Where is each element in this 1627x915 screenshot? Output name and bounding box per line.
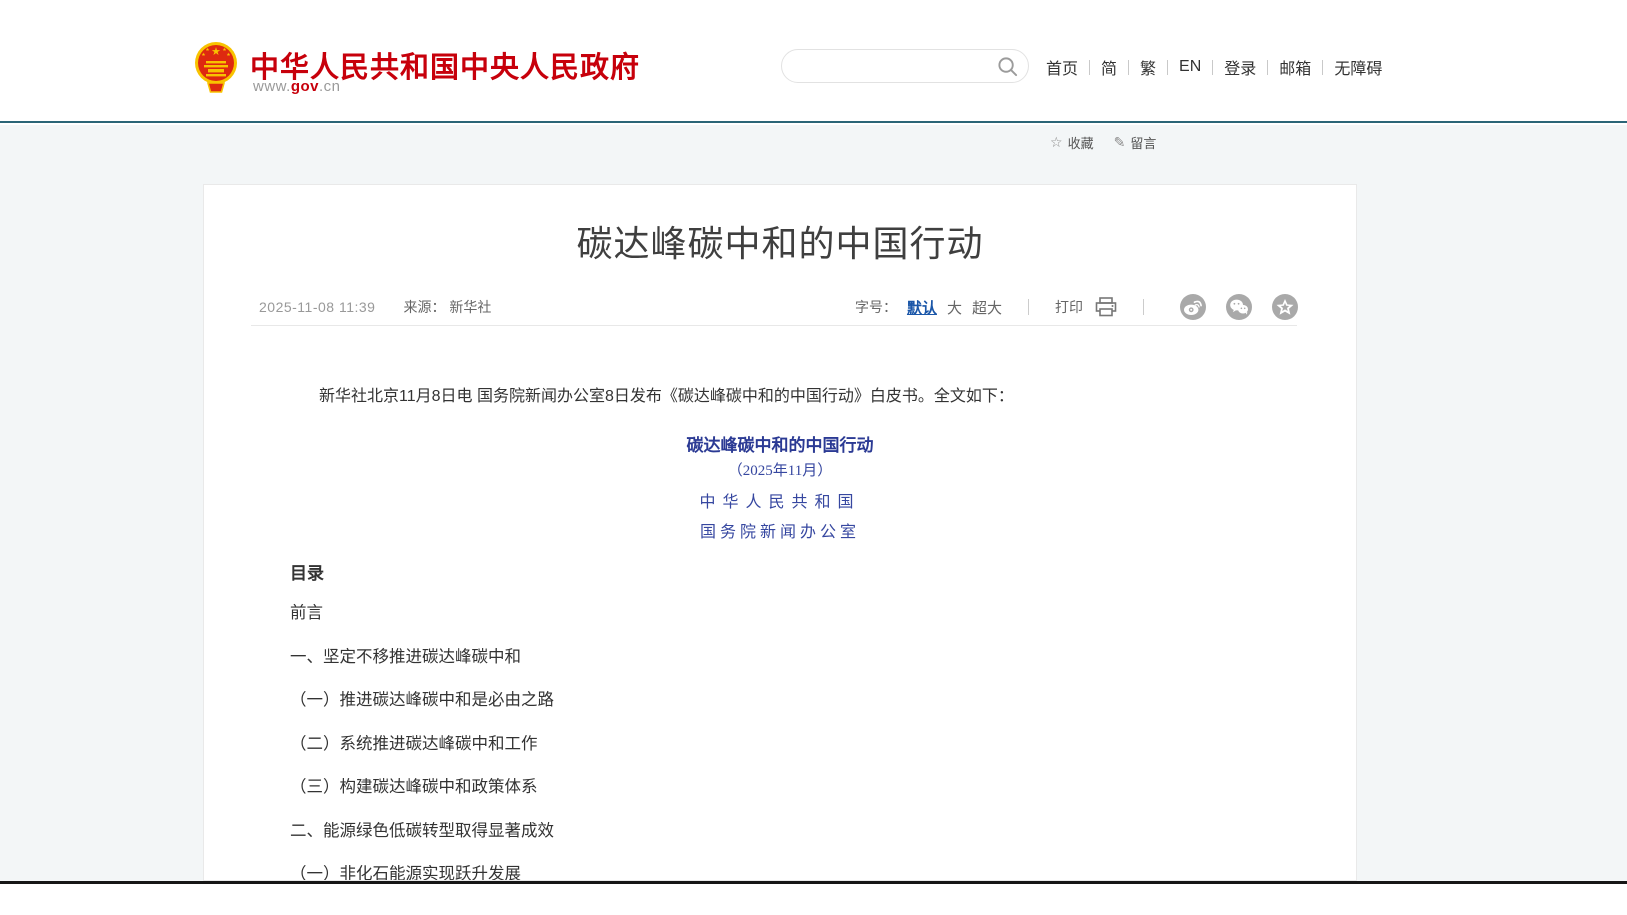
comment-button[interactable]: ✎ 留言 xyxy=(1114,133,1157,152)
site-header: 中华人民共和国中央人民政府 www.gov.cn 首页 简 繁 EN 登录 邮箱… xyxy=(0,0,1627,123)
site-url[interactable]: www.gov.cn xyxy=(253,78,341,95)
nav-traditional[interactable]: 繁 xyxy=(1129,55,1167,79)
pencil-icon: ✎ xyxy=(1114,134,1126,151)
document-org-line1: 中华人民共和国 xyxy=(204,488,1356,512)
url-suffix: .cn xyxy=(319,78,341,95)
toc-item: 二、能源绿色低碳转型取得显著成效 xyxy=(290,810,554,854)
font-size-label: 字号： xyxy=(855,297,897,317)
meta-left: 2025-11-08 11:39 来源： 新华社 xyxy=(259,297,491,317)
printer-icon[interactable] xyxy=(1095,297,1117,317)
nav-accessibility[interactable]: 无障碍 xyxy=(1323,55,1393,79)
table-of-contents: 前言 一、坚定不移推进碳达峰碳中和 （一）推进碳达峰碳中和是必由之路 （二）系统… xyxy=(290,592,554,881)
qzone-share-button[interactable] xyxy=(1272,294,1298,320)
font-size-large[interactable]: 大 xyxy=(947,297,962,318)
national-emblem-icon xyxy=(193,40,239,96)
font-size-default[interactable]: 默认 xyxy=(907,297,937,318)
url-prefix: www. xyxy=(253,78,291,95)
font-size-xlarge[interactable]: 超大 xyxy=(972,297,1002,318)
source-value[interactable]: 新华社 xyxy=(449,299,491,315)
nav-login[interactable]: 登录 xyxy=(1213,55,1267,79)
lead-paragraph: 新华社北京11月8日电 国务院新闻办公室8日发布《碳达峰碳中和的中国行动》白皮书… xyxy=(287,383,1299,411)
meta-divider xyxy=(251,325,1297,326)
document-org-line2: 国务院新闻办公室 xyxy=(204,518,1356,542)
publish-date: 2025-11-08 11:39 xyxy=(259,299,375,315)
toc-item: 一、坚定不移推进碳达峰碳中和 xyxy=(290,636,554,680)
nav-home[interactable]: 首页 xyxy=(1046,55,1089,79)
search-input[interactable] xyxy=(798,54,988,78)
top-navigation: 首页 简 繁 EN 登录 邮箱 无障碍 xyxy=(1046,55,1393,79)
toc-item: （三）构建碳达峰碳中和政策体系 xyxy=(290,766,554,810)
document-title: 碳达峰碳中和的中国行动 xyxy=(204,431,1356,456)
wechat-share-button[interactable] xyxy=(1226,294,1252,320)
page-actions: ☆ 收藏 ✎ 留言 xyxy=(1050,133,1156,152)
page: 中华人民共和国中央人民政府 www.gov.cn 首页 简 繁 EN 登录 邮箱… xyxy=(0,0,1627,915)
weibo-icon xyxy=(1180,294,1206,320)
weibo-share-button[interactable] xyxy=(1180,294,1206,320)
favorite-label: 收藏 xyxy=(1068,133,1094,152)
article-card: 碳达峰碳中和的中国行动 2025-11-08 11:39 来源： 新华社 字号：… xyxy=(203,184,1357,881)
main-area: ☆ 收藏 ✎ 留言 碳达峰碳中和的中国行动 2025-11-08 11:39 来… xyxy=(0,125,1627,881)
nav-simplified[interactable]: 简 xyxy=(1090,55,1128,79)
star-icon: ☆ xyxy=(1050,134,1063,151)
search-box[interactable] xyxy=(781,49,1029,83)
toc-item: （一）推进碳达峰碳中和是必由之路 xyxy=(290,679,554,723)
search-icon[interactable] xyxy=(997,56,1018,77)
article-meta-bar: 2025-11-08 11:39 来源： 新华社 字号： 默认 大 超大 打印 xyxy=(259,293,1298,321)
wechat-icon xyxy=(1226,294,1252,320)
toc-item: 前言 xyxy=(290,592,554,636)
nav-english[interactable]: EN xyxy=(1168,58,1212,76)
nav-mail[interactable]: 邮箱 xyxy=(1268,55,1322,79)
national-emblem-logo[interactable] xyxy=(193,40,239,96)
window-bottom-edge xyxy=(0,881,1627,884)
url-main: gov xyxy=(291,78,319,95)
meta-separator xyxy=(1143,299,1144,315)
source: 来源： 新华社 xyxy=(403,297,491,317)
favorite-button[interactable]: ☆ 收藏 xyxy=(1050,133,1094,152)
meta-separator xyxy=(1028,299,1029,315)
source-label: 来源： xyxy=(403,299,445,315)
meta-right: 字号： 默认 大 超大 打印 xyxy=(855,294,1298,320)
document-date: （2025年11月） xyxy=(204,459,1356,480)
toc-heading: 目录 xyxy=(290,559,324,584)
qzone-icon xyxy=(1272,294,1298,320)
article-title: 碳达峰碳中和的中国行动 xyxy=(204,215,1356,267)
comment-label: 留言 xyxy=(1130,133,1156,152)
toc-item: （一）非化石能源实现跃升发展 xyxy=(290,853,554,881)
print-button[interactable]: 打印 xyxy=(1055,297,1083,317)
toc-item: （二）系统推进碳达峰碳中和工作 xyxy=(290,723,554,767)
